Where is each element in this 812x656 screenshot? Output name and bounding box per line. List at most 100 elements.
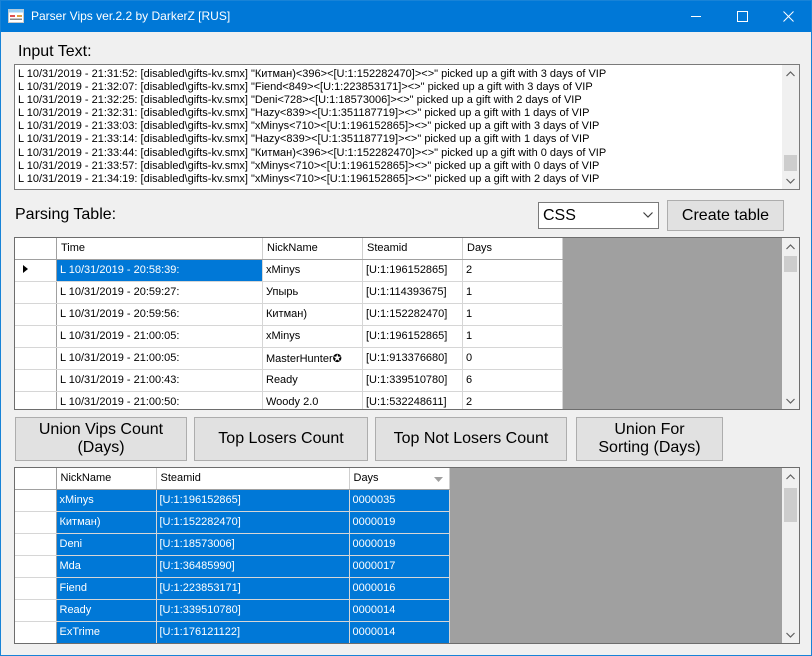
table-cell[interactable]: 0 — [462, 347, 563, 370]
minimize-button[interactable] — [673, 1, 719, 32]
scroll-up-button[interactable] — [782, 468, 799, 485]
table-cell[interactable]: 0000014 — [349, 621, 450, 643]
table-row[interactable]: Ready [U:1:339510780] 0000014 — [15, 599, 450, 622]
table-cell[interactable]: Mda — [56, 555, 157, 578]
scroll-down-button[interactable] — [782, 392, 799, 409]
table-row[interactable]: L 10/31/2019 - 20:59:56: Китман) [U:1:15… — [15, 303, 563, 326]
row-header[interactable] — [15, 325, 57, 348]
row-header[interactable] — [15, 347, 57, 370]
union-for-sorting-button[interactable]: Union For Sorting (Days) — [576, 417, 723, 461]
table-cell[interactable]: Ready — [56, 599, 157, 622]
table-cell[interactable]: [U:1:18573006] — [156, 533, 350, 556]
table-cell[interactable]: xMinys — [262, 259, 363, 282]
table-cell[interactable]: [U:1:114393675] — [362, 281, 463, 304]
result-table-scrollbar[interactable] — [782, 468, 799, 643]
table-cell[interactable]: Китман) — [262, 303, 363, 326]
table-cell[interactable]: L 10/31/2019 - 20:59:56: — [56, 303, 263, 326]
table-cell[interactable]: 2 — [462, 391, 563, 409]
table-cell[interactable]: 2 — [462, 259, 563, 282]
table-row[interactable]: Китман) [U:1:152282470] 0000019 — [15, 511, 450, 534]
table-cell[interactable]: 0000035 — [349, 489, 450, 512]
table-cell[interactable]: 1 — [462, 325, 563, 348]
table-cell[interactable]: 1 — [462, 303, 563, 326]
row-header[interactable] — [15, 599, 57, 622]
table-cell[interactable]: L 10/31/2019 - 21:00:05: — [56, 325, 263, 348]
table-row[interactable]: Deni [U:1:18573006] 0000019 — [15, 533, 450, 556]
table-cell[interactable]: Fiend — [56, 577, 157, 600]
table-row[interactable]: L 10/31/2019 - 21:00:05: xMinys [U:1:196… — [15, 325, 563, 348]
union-vips-count-button[interactable]: Union Vips Count (Days) — [15, 417, 187, 461]
table-cell[interactable]: 6 — [462, 369, 563, 392]
column-header-days[interactable]: Days — [349, 468, 450, 490]
result-table[interactable]: NickName Steamid Days xMinys [U:1:196152… — [14, 467, 800, 644]
table-cell[interactable]: Deni — [56, 533, 157, 556]
column-header-nickname[interactable]: NickName — [56, 468, 157, 490]
scroll-up-button[interactable] — [782, 238, 799, 255]
table-cell[interactable]: [U:1:152282470] — [362, 303, 463, 326]
row-header[interactable] — [15, 281, 57, 304]
table-cell[interactable]: [U:1:196152865] — [362, 259, 463, 282]
table-row[interactable]: Fiend [U:1:223853171] 0000016 — [15, 577, 450, 600]
column-header-nickname[interactable]: NickName — [262, 238, 363, 260]
column-header-days[interactable]: Days — [462, 238, 563, 260]
table-cell[interactable]: 0000016 — [349, 577, 450, 600]
row-header[interactable] — [15, 369, 57, 392]
table-cell[interactable]: [U:1:339510780] — [156, 599, 350, 622]
scroll-down-button[interactable] — [782, 172, 799, 189]
table-cell[interactable]: ExTrime — [56, 621, 157, 643]
row-header[interactable] — [15, 621, 57, 643]
table-cell[interactable]: 0000019 — [349, 511, 450, 534]
table-row[interactable]: L 10/31/2019 - 20:59:27: Упырь [U:1:1143… — [15, 281, 563, 304]
table-cell[interactable]: [U:1:152282470] — [156, 511, 350, 534]
table-cell[interactable]: Woody 2.0 — [262, 391, 363, 409]
input-scrollbar[interactable] — [782, 65, 799, 189]
table-cell[interactable]: L 10/31/2019 - 21:00:50: — [56, 391, 263, 409]
game-select[interactable]: CSS — [538, 202, 659, 229]
table-cell[interactable]: [U:1:196152865] — [156, 489, 350, 512]
table-cell[interactable]: 0000017 — [349, 555, 450, 578]
table-row[interactable]: Mda [U:1:36485990] 0000017 — [15, 555, 450, 578]
table-cell[interactable]: [U:1:196152865] — [362, 325, 463, 348]
table-cell[interactable]: 1 — [462, 281, 563, 304]
table-cell[interactable]: xMinys — [262, 325, 363, 348]
table-row[interactable]: L 10/31/2019 - 21:00:43: Ready [U:1:3395… — [15, 369, 563, 392]
input-textbox[interactable]: L 10/31/2019 - 21:31:52: [disabled\gifts… — [14, 64, 800, 190]
row-header[interactable] — [15, 577, 57, 600]
top-not-losers-count-button[interactable]: Top Not Losers Count — [375, 417, 567, 461]
scroll-thumb[interactable] — [784, 488, 797, 522]
table-cell[interactable]: Упырь — [262, 281, 363, 304]
table-cell[interactable]: Китман) — [56, 511, 157, 534]
table-cell[interactable]: [U:1:339510780] — [362, 369, 463, 392]
title-bar[interactable]: Parser Vips ver.2.2 by DarkerZ [RUS] — [1, 1, 811, 32]
table-cell[interactable]: 0000019 — [349, 533, 450, 556]
table-cell[interactable]: L 10/31/2019 - 20:59:27: — [56, 281, 263, 304]
scroll-up-button[interactable] — [782, 65, 799, 82]
scroll-thumb[interactable] — [784, 155, 797, 171]
table-cell[interactable]: xMinys — [56, 489, 157, 512]
row-header[interactable] — [15, 303, 57, 326]
table-row[interactable]: L 10/31/2019 - 21:00:50: Woody 2.0 [U:1:… — [15, 391, 563, 409]
table-row[interactable]: xMinys [U:1:196152865] 0000035 — [15, 489, 450, 512]
table-cell[interactable]: [U:1:532248611] — [362, 391, 463, 409]
row-header[interactable] — [15, 489, 57, 512]
table-cell[interactable]: [U:1:176121122] — [156, 621, 350, 643]
table-cell[interactable]: [U:1:223853171] — [156, 577, 350, 600]
row-header[interactable] — [15, 555, 57, 578]
table-row[interactable]: L 10/31/2019 - 20:58:39: xMinys [U:1:196… — [15, 259, 563, 282]
scroll-thumb[interactable] — [784, 256, 797, 272]
parsing-table[interactable]: Time NickName Steamid Days L 10/31/2019 … — [14, 237, 800, 410]
create-table-button[interactable]: Create table — [667, 200, 784, 231]
close-button[interactable] — [765, 1, 811, 32]
table-row[interactable]: ExTrime [U:1:176121122] 0000014 — [15, 621, 450, 643]
table-cell[interactable]: MasterHunter✪ — [262, 347, 363, 370]
top-losers-count-button[interactable]: Top Losers Count — [194, 417, 368, 461]
table-cell[interactable]: [U:1:913376680] — [362, 347, 463, 370]
table-row[interactable]: L 10/31/2019 - 21:00:05: MasterHunter✪ [… — [15, 347, 563, 370]
row-header[interactable] — [15, 533, 57, 556]
table-cell[interactable]: L 10/31/2019 - 21:00:05: — [56, 347, 263, 370]
scroll-down-button[interactable] — [782, 626, 799, 643]
column-header-steamid[interactable]: Steamid — [362, 238, 463, 260]
column-header-time[interactable]: Time — [56, 238, 263, 260]
maximize-button[interactable] — [719, 1, 765, 32]
table-cell[interactable]: L 10/31/2019 - 20:58:39: — [56, 259, 263, 282]
